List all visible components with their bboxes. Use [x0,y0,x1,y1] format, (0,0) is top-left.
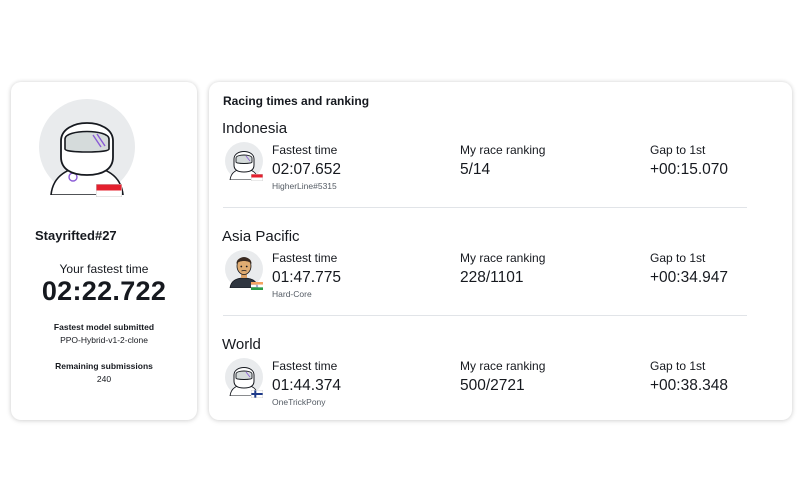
fastest-time-label: Fastest time [272,143,338,157]
remaining-value: 240 [96,374,112,384]
gap-value: +00:34.947 [650,269,729,286]
fastest-time-value: 02:22.722 [41,276,167,306]
region-asia-pacific: Asia Pacific Fastest time 01:47.775 Hard… [209,228,792,336]
region-world: World Fastest time 01:44.374 OneTrickPon… [209,336,792,444]
rank-label: My race ranking [460,143,546,157]
profile-card: Stayrifted#27 Your fastest time 02:22.72… [11,82,197,420]
rank-value: 228/1101 [460,269,524,286]
india-flag-icon [251,282,263,290]
gap-value: +00:38.348 [650,377,729,394]
rank-value: 500/2721 [460,377,525,394]
racer-name: Hard-Core [272,289,312,299]
racer-name: OneTrickPony [272,397,326,407]
finland-flag-icon [251,390,263,398]
fastest-time-label: Your fastest time [59,262,149,276]
fastest-time-label: Fastest time [272,359,338,373]
profile-username: Stayrifted#27 [35,228,117,243]
region-name: World [222,336,261,353]
remaining-label: Remaining submissions [55,361,153,371]
indonesia-flag-icon [96,184,122,197]
gap-label: Gap to 1st [650,251,706,265]
region-name: Indonesia [222,120,288,137]
rank-value: 5/14 [460,161,491,178]
rank-label: My race ranking [460,251,546,265]
model-label: Fastest model submitted [53,322,155,332]
rank-label: My race ranking [460,359,546,373]
indonesia-flag-icon [251,174,263,181]
divider [223,315,747,316]
helmet-avatar-icon [39,99,135,195]
fastest-time-label: Fastest time [272,251,338,265]
region-indonesia: Indonesia Fastest time 02:07.652 HigherL… [209,120,792,228]
divider [223,207,747,208]
gap-value: +00:15.070 [650,161,729,178]
region-name: Asia Pacific [222,228,300,245]
fastest-time-value: 01:47.775 [272,269,341,286]
fastest-time-value: 01:44.374 [272,377,341,394]
gap-label: Gap to 1st [650,143,706,157]
model-name: PPO-Hybrid-v1-2-clone [60,335,148,345]
fastest-time-value: 02:07.652 [272,161,341,178]
racer-name: HigherLine#5315 [272,181,337,191]
gap-label: Gap to 1st [650,359,706,373]
ranking-card: Racing times and ranking Indonesia Faste… [209,82,792,420]
ranking-title: Racing times and ranking [223,94,370,108]
